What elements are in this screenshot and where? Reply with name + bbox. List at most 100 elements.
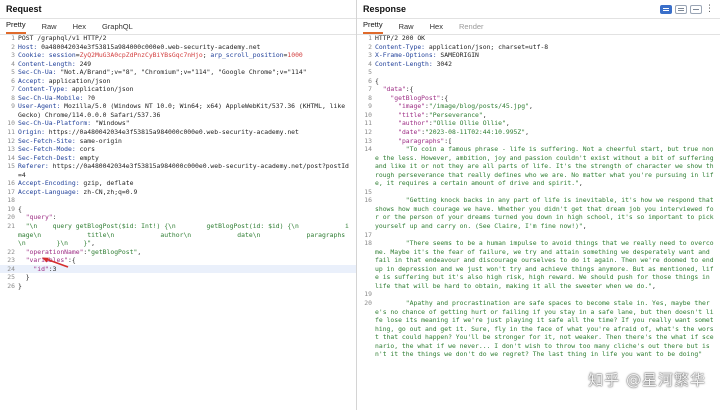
tab-raw[interactable]: Raw — [399, 22, 422, 34]
line-text: Referer: https://0a480042034e3f53815a984… — [18, 162, 356, 179]
line-text: Accept-Encoding: gzip, deflate — [18, 179, 356, 188]
line-text: "image":"/image/blog/posts/45.jpg", — [375, 102, 720, 111]
code-line: 17 Accept-Language: zh-CN,zh;q=0.9 — [0, 188, 356, 197]
code-line: 3 Cookie: session=ZyQ2MuG3A0cpZdPnzCyBiYB… — [0, 51, 356, 60]
tab-graphql[interactable]: GraphQL — [102, 22, 141, 34]
code-token: "Not.A/Brand";v="8", "Chromium";v="114",… — [60, 68, 307, 77]
single-pane-icon[interactable] — [690, 4, 702, 14]
line-number: 3 — [368, 51, 372, 60]
code-token: "image" — [375, 102, 426, 111]
code-token: { — [18, 204, 22, 213]
code-token: Sec-Ch-Ua-Mobile: — [18, 93, 88, 102]
code-token: Accept: — [18, 76, 49, 85]
code-token: X-Frame-Options: — [375, 51, 441, 60]
code-token: HTTP/2 200 OK — [375, 34, 426, 42]
code-line: 4 Content-Length: 3042 — [357, 60, 720, 69]
code-token: Content-Length: — [18, 59, 80, 68]
line-text: Content-Length: 3042 — [375, 60, 720, 69]
code-token: "getBlogPost" — [375, 93, 441, 102]
tab-render: Render — [458, 22, 484, 31]
code-token: : — [52, 213, 57, 222]
request-header: Request — [0, 0, 356, 19]
code-token: zh-CN,zh;q=0.9 — [83, 187, 138, 196]
code-token: "paragraphs" — [375, 136, 445, 145]
line-text: "query": — [18, 213, 356, 222]
code-token: "date" — [375, 128, 422, 137]
code-token: , — [482, 110, 487, 119]
line-number: 14 — [364, 145, 372, 154]
line-number: 17 — [364, 230, 372, 239]
tab-hex[interactable]: Hex — [430, 22, 451, 34]
code-token: same-origin — [79, 136, 122, 145]
code-line: 17 — [357, 231, 720, 240]
more-options-icon[interactable]: ⋮ — [705, 4, 714, 14]
code-token: "Windows" — [94, 119, 130, 128]
line-text: "There seems to be a human impulse to av… — [375, 239, 720, 290]
line-number: 9 — [368, 102, 372, 111]
code-token: https://0a480042034e3f53815a984000c000e0… — [18, 162, 349, 179]
line-number: 4 — [368, 59, 372, 68]
code-token: Mozilla/5.0 (Windows NT 10.0; Win64; x64… — [18, 102, 349, 119]
line-number: 12 — [7, 136, 15, 145]
code-token: "/image/blog/posts/45.jpg" — [428, 102, 529, 111]
line-number: 1 — [368, 34, 372, 42]
line-text: { — [375, 77, 720, 86]
line-text: "paragraphs":[ — [375, 137, 720, 146]
code-token: , — [505, 119, 510, 128]
response-panel: Response ⋮ Pretty Raw Hex Render 1 HTTP/2… — [357, 0, 720, 410]
split-horizontal-icon[interactable] — [660, 4, 672, 14]
line-number: 24 — [7, 264, 15, 273]
code-token: 0a480042034e3f53815a984000c000e0.web-sec… — [41, 42, 261, 51]
line-number: 20 — [364, 298, 372, 307]
code-token: :{ — [405, 85, 414, 94]
red-arrow-annotation — [42, 257, 69, 268]
code-line: 20 "Apathy and procrastination are safe … — [357, 299, 720, 359]
line-text: { — [18, 205, 356, 214]
code-line: 15 — [357, 188, 720, 197]
line-text: "\n query getBlogPost($id: Int!) {\n get… — [18, 222, 356, 248]
code-token: Accept-Encoding: — [18, 179, 84, 188]
line-text: "title":"Perseverance", — [375, 111, 720, 120]
response-editor[interactable]: 1 HTTP/2 200 OK 2 Content-Type: application… — [357, 34, 720, 410]
line-number: 22 — [7, 247, 15, 256]
line-number: 26 — [7, 281, 15, 290]
code-token: POST /graphql/v1 HTTP/2 — [18, 34, 107, 42]
line-text: "To coin a famous phrase - life is suffe… — [375, 145, 720, 188]
tab-pretty[interactable]: Pretty — [6, 20, 26, 34]
request-editor[interactable]: 1 POST /graphql/v1 HTTP/2 2 Host: 0a4800420… — [0, 34, 356, 410]
code-line: 11 "author":"Ollie Ollie Ollie", — [357, 119, 720, 128]
code-line: 16 Accept-Encoding: gzip, deflate — [0, 179, 356, 188]
code-line: 7 "data":{ — [357, 85, 720, 94]
code-token: Origin: — [18, 128, 49, 137]
code-token: 3042 — [436, 59, 452, 68]
line-text: Content-Type: application/json — [18, 85, 356, 94]
line-text: Accept: application/json — [18, 77, 356, 86]
code-token: 249 — [79, 59, 92, 68]
line-text: "Getting knock backs in any part of life… — [375, 196, 720, 230]
code-token: "author" — [375, 119, 429, 128]
tab-hex[interactable]: Hex — [73, 22, 94, 34]
code-line: 8 Sec-Ch-Ua-Mobile: ?0 — [0, 94, 356, 103]
split-vertical-icon[interactable] — [675, 4, 687, 14]
code-token: https://0a480042034e3f53815a984000c000e0… — [48, 128, 299, 137]
code-line: 9 User-Agent: Mozilla/5.0 (Windows NT 10.… — [0, 102, 356, 119]
code-token: :[ — [444, 136, 452, 145]
line-text: Origin: https://0a480042034e3f53815a9840… — [18, 128, 356, 137]
line-number: 11 — [364, 119, 372, 128]
code-line: 12 Sec-Fetch-Site: same-origin — [0, 137, 356, 146]
code-token: Sec-Fetch-Site: — [18, 136, 80, 145]
line-text — [375, 290, 720, 299]
tab-pretty[interactable]: Pretty — [363, 20, 383, 34]
line-text: Cookie: session=ZyQ2MuG3A0cpZdPnzCyBiYBs… — [18, 51, 356, 60]
line-number: 1 — [11, 34, 15, 42]
line-number: 11 — [7, 128, 15, 137]
line-number: 23 — [7, 256, 15, 265]
code-token: application/json — [48, 76, 111, 85]
code-token: { — [375, 76, 379, 85]
code-token: "\n query getBlogPost($id: Int!) {\n get… — [18, 222, 349, 248]
line-number: 2 — [368, 42, 372, 51]
line-number: 17 — [7, 187, 15, 196]
line-text: "getBlogPost":{ — [375, 94, 720, 103]
tab-raw[interactable]: Raw — [42, 22, 65, 34]
request-panel: Request Pretty Raw Hex GraphQL 1 POST /gr… — [0, 0, 357, 410]
